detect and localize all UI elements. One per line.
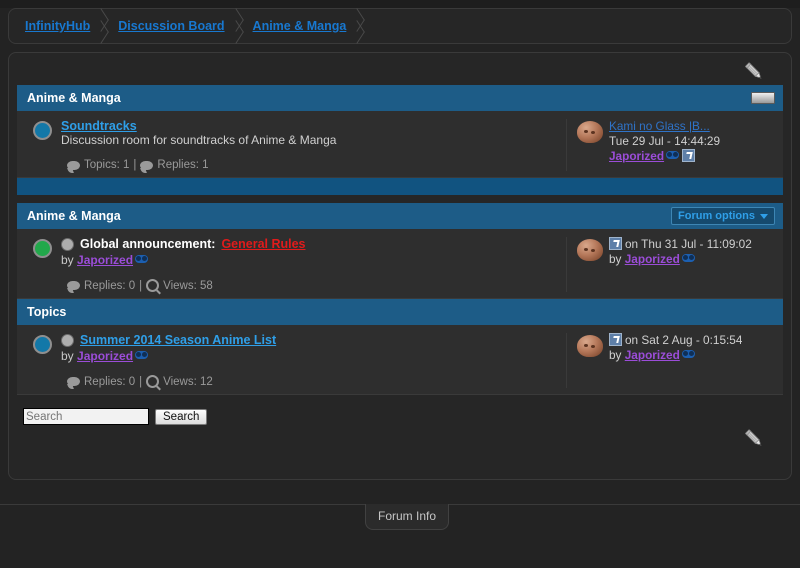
forum-info-tab[interactable]: Forum Info: [365, 504, 450, 530]
topic-status-col: [23, 333, 61, 388]
announcement-row[interactable]: Global announcement: General Rules by Ja…: [17, 229, 783, 299]
goto-last-post-icon[interactable]: [609, 237, 622, 250]
forum-options-label: Forum options: [678, 210, 755, 222]
by-label: by: [61, 253, 74, 267]
forum-info: Soundtracks Discussion room for soundtra…: [61, 119, 566, 171]
last-post-author-link[interactable]: Japorized: [625, 348, 680, 362]
magnifier-icon: [146, 279, 160, 292]
announcement-replies: Replies: 0: [84, 279, 136, 292]
forum-title: Anime & Manga: [27, 209, 121, 223]
breadcrumb: InfinityHub Discussion Board Anime & Man…: [8, 8, 792, 44]
topics-subheader: Topics: [17, 299, 783, 325]
category-title: Anime & Manga: [27, 91, 121, 105]
top-edit-row: [17, 59, 783, 85]
forum-description: Discussion room for soundtracks of Anime…: [61, 133, 337, 147]
stats-separator: |: [133, 159, 137, 171]
last-post-details: on Sat 2 Aug - 0:15:54 by Japorized: [609, 333, 742, 363]
announcement-prefix: Global announcement:: [80, 237, 216, 251]
online-badge-icon: [135, 351, 149, 359]
speech-bubble-icon: [140, 160, 154, 170]
stats-separator: |: [139, 279, 143, 292]
breadcrumb-item-board[interactable]: Discussion Board: [108, 9, 242, 43]
forum-main-panel: Anime & Manga Soundtracks Discussion roo…: [8, 52, 792, 480]
category-footer-strip: [17, 178, 783, 195]
category-header: Anime & Manga: [17, 85, 783, 111]
footer: Forum Info: [0, 504, 800, 568]
forum-stats: Topics: 1 | Replies: 1: [61, 159, 558, 171]
last-post-author-link[interactable]: Japorized: [609, 149, 664, 163]
speech-bubble-icon: [67, 281, 80, 290]
avatar: [577, 239, 603, 261]
announcement-last-post: on Thu 31 Jul - 11:09:02 by Japorized: [566, 237, 777, 292]
announcement-info: Global announcement: General Rules by Ja…: [61, 237, 566, 292]
topic-state-icon: [61, 333, 74, 347]
forum-link-soundtracks[interactable]: Soundtracks: [61, 119, 137, 133]
goto-last-post-icon[interactable]: [609, 333, 622, 346]
topic-row[interactable]: Summer 2014 Season Anime List by Japoriz…: [17, 325, 783, 395]
forum-page: InfinityHub Discussion Board Anime & Man…: [0, 8, 800, 568]
topic-read-dot: [32, 239, 52, 258]
online-badge-icon: [135, 255, 149, 263]
by-label: by: [609, 252, 622, 266]
forum-row[interactable]: Soundtracks Discussion room for soundtra…: [17, 111, 783, 178]
last-post-details: on Thu 31 Jul - 11:09:02 by Japorized: [609, 237, 752, 267]
topic-replies: Replies: 0: [84, 375, 136, 388]
announcement-title-line: Global announcement: General Rules: [61, 237, 558, 251]
last-post-author-link[interactable]: Japorized: [625, 252, 680, 266]
topic-author-link[interactable]: Japorized: [77, 349, 133, 363]
last-post-details: Kami no Glass |B... Tue 29 Jul - 14:44:2…: [609, 119, 720, 164]
announcement-link-general-rules[interactable]: General Rules: [221, 237, 305, 251]
avatar: [577, 335, 603, 357]
last-post-date: on Sat 2 Aug - 0:15:54: [625, 333, 743, 347]
topic-byline: by Japorized: [61, 349, 558, 363]
pencil-icon[interactable]: [743, 428, 765, 450]
forum-options-button[interactable]: Forum options: [671, 207, 775, 225]
search-button[interactable]: Search: [155, 408, 208, 425]
topic-views: Views: 12: [163, 375, 213, 388]
breadcrumb-item-home[interactable]: InfinityHub: [15, 9, 108, 43]
chevron-down-icon: [760, 213, 768, 219]
forum-block: Anime & Manga Forum options Global annou…: [17, 203, 783, 395]
speech-bubble-icon: [67, 377, 80, 386]
topics-subheader-title: Topics: [27, 305, 67, 319]
search-bar: Search: [17, 403, 783, 425]
topic-title-line: Summer 2014 Season Anime List: [61, 333, 558, 347]
bottom-edit-row: [17, 425, 783, 453]
announcement-views: Views: 58: [163, 279, 213, 292]
topic-unread-dot: [32, 335, 52, 354]
last-post-date: Tue 29 Jul - 14:44:29: [609, 134, 721, 148]
search-input[interactable]: [23, 408, 149, 425]
last-post-title-link[interactable]: Kami no Glass |B...: [609, 119, 720, 134]
by-label: by: [61, 349, 74, 363]
stats-separator: |: [139, 375, 143, 388]
topic-last-post: on Sat 2 Aug - 0:15:54 by Japorized: [566, 333, 777, 388]
replies-count: Replies: 1: [157, 159, 209, 171]
topics-count: Topics: 1: [84, 159, 130, 171]
topic-stats: Replies: 0 | Views: 12: [61, 375, 558, 388]
topic-state-icon: [61, 237, 74, 251]
avatar: [577, 121, 603, 143]
by-label: by: [609, 348, 622, 362]
pencil-icon[interactable]: [743, 61, 765, 83]
forum-last-post: Kami no Glass |B... Tue 29 Jul - 14:44:2…: [566, 119, 777, 171]
minus-icon[interactable]: [751, 92, 775, 104]
forum-status-col: [23, 119, 61, 171]
goto-last-post-icon[interactable]: [682, 149, 696, 162]
online-badge-icon: [681, 254, 695, 262]
announcement-author-link[interactable]: Japorized: [77, 253, 133, 267]
breadcrumb-item-category[interactable]: Anime & Manga: [243, 9, 365, 43]
speech-bubble-icon: [67, 160, 80, 170]
online-badge-icon: [666, 151, 680, 159]
online-badge-icon: [681, 350, 695, 358]
last-post-date: on Thu 31 Jul - 11:09:02: [625, 237, 752, 251]
forum-header: Anime & Manga Forum options: [17, 203, 783, 229]
topic-link-summer-2014[interactable]: Summer 2014 Season Anime List: [80, 333, 276, 347]
magnifier-icon: [146, 375, 160, 388]
announcement-status-col: [23, 237, 61, 292]
announcement-byline: by Japorized: [61, 253, 558, 267]
forum-unread-dot: [32, 121, 52, 140]
topic-info: Summer 2014 Season Anime List by Japoriz…: [61, 333, 566, 388]
announcement-stats: Replies: 0 | Views: 58: [61, 279, 558, 292]
category-block: Anime & Manga Soundtracks Discussion roo…: [17, 85, 783, 195]
